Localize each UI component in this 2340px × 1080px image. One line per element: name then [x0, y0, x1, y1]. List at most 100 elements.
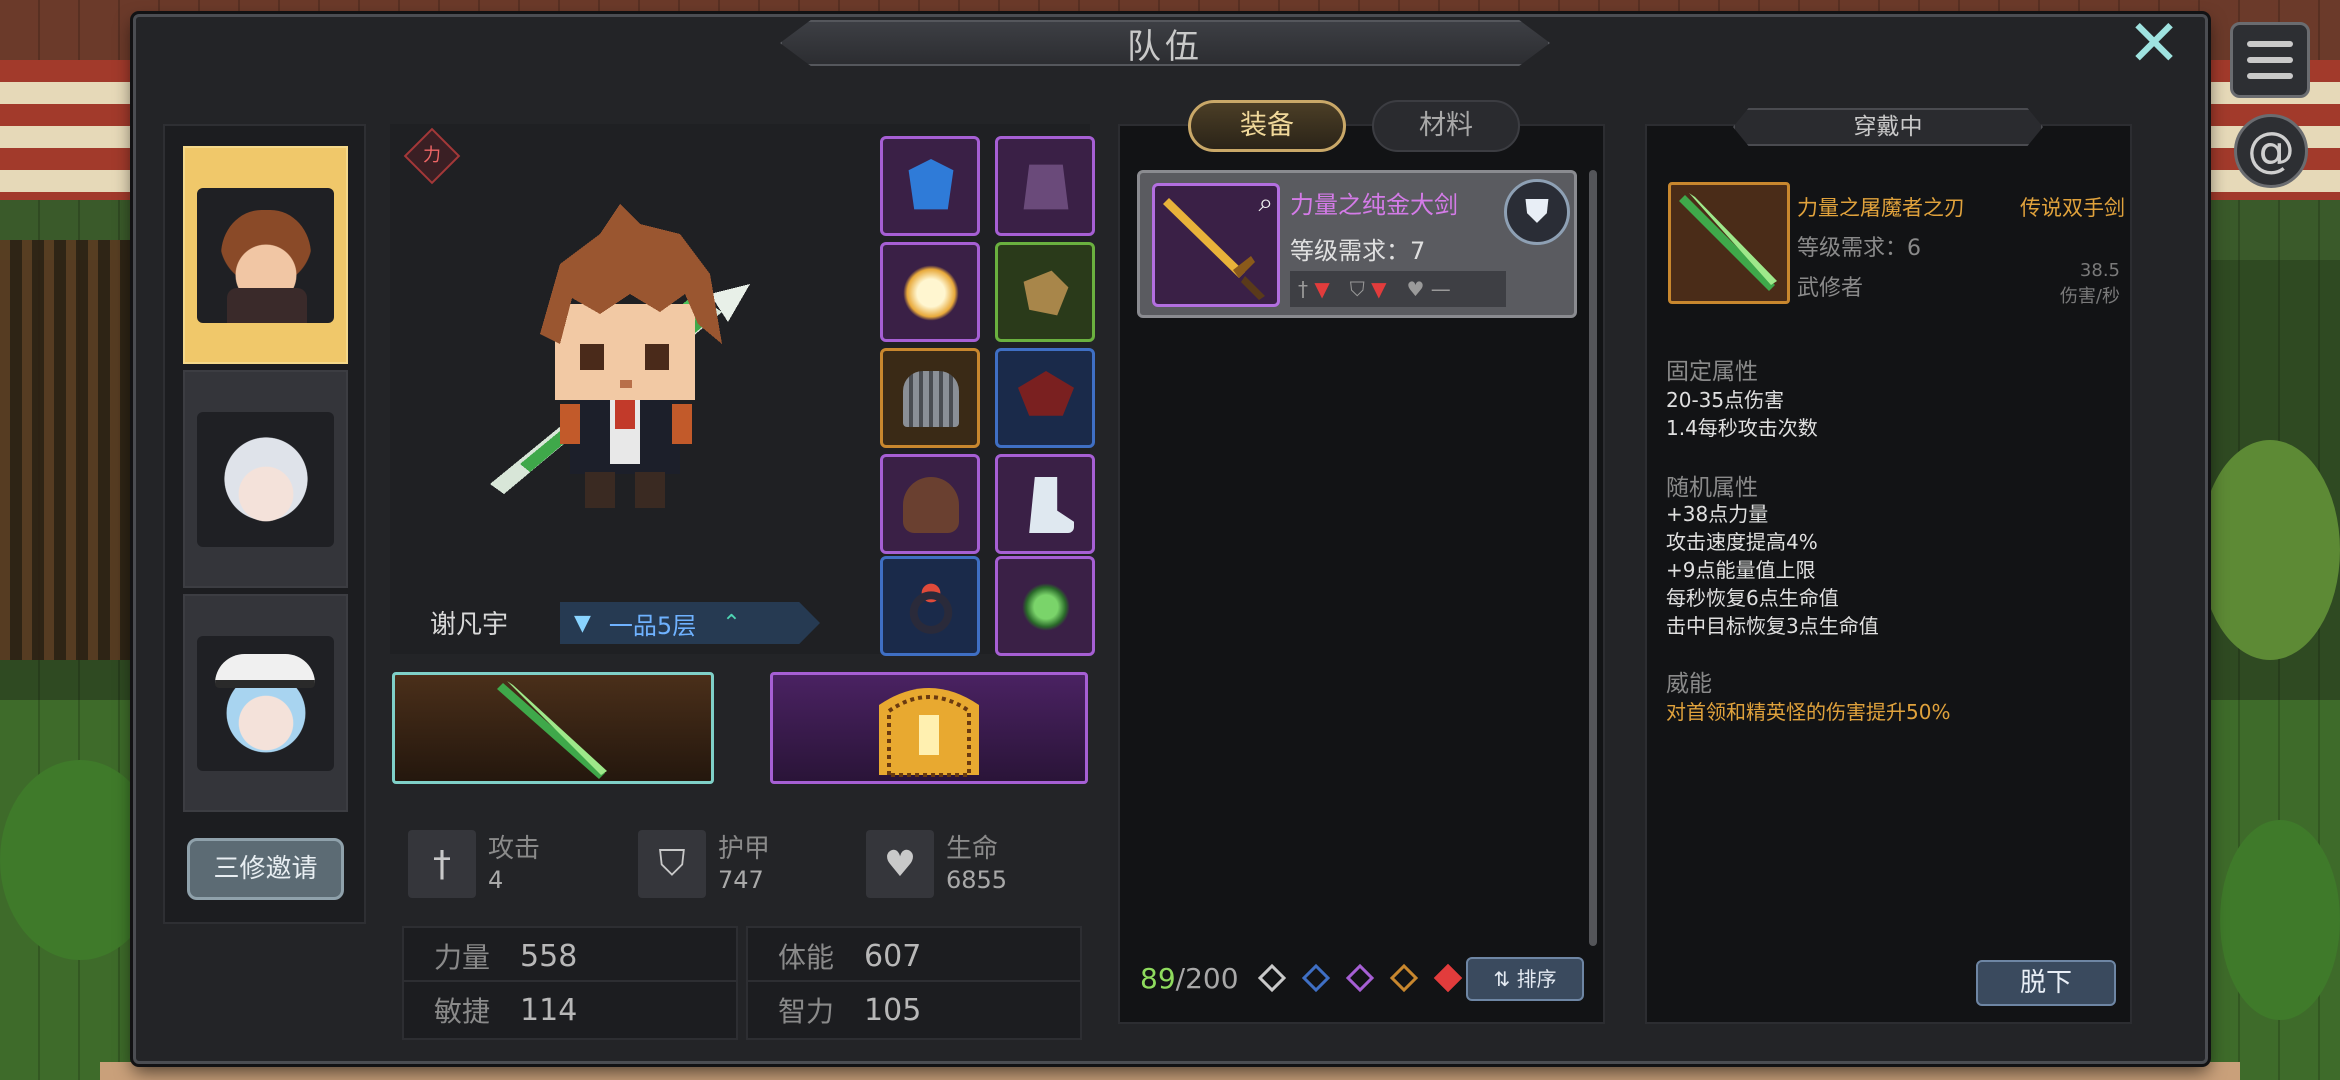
boots-icon [1029, 477, 1074, 533]
golden-sword-icon: ⌕ [1152, 183, 1280, 307]
fixed-attribute: 20-35点伤害 [1666, 388, 1785, 412]
power-title: 威能 [1666, 671, 1712, 697]
sort-button[interactable]: ⇅ 排序 [1466, 957, 1584, 1001]
roster-slot-captain[interactable] [183, 594, 348, 812]
armor-type-icon: ⛊ [1504, 179, 1570, 245]
close-button[interactable]: ✕ [2122, 12, 2186, 78]
inventory-item[interactable]: ⌕ 力量之纯金大剑 等级需求：7 † ▼ ⛉ ▼ ♥ — ⛊ [1137, 170, 1577, 318]
item-compare: † ▼ ⛉ ▼ ♥ — [1290, 271, 1506, 307]
hero-sprite [490, 204, 750, 508]
roster-slot-silver-hair[interactable] [183, 370, 348, 588]
slot-armor[interactable] [880, 348, 980, 448]
attr-intellect: 智力 105 [746, 980, 1082, 1040]
party-roster: 三修邀请 [163, 124, 366, 924]
panel-title-bar: 队伍 [780, 20, 1550, 66]
captain-hat [215, 654, 315, 688]
golden-shrine-icon [879, 688, 979, 777]
amulet-icon [1018, 579, 1074, 635]
avatar [197, 412, 334, 547]
dps-value: 38.5 [2079, 260, 2120, 281]
sort-icon: ⇅ [1493, 967, 1517, 991]
equipped-item-type: 传说双手剑 [2020, 196, 2125, 220]
ring-icon [903, 579, 959, 635]
slot-ring[interactable] [880, 556, 980, 656]
avatar [197, 188, 334, 323]
stat-attack: † 攻击 4 [408, 830, 540, 898]
helmet-icon [908, 159, 954, 210]
random-attribute: 击中目标恢复3点生命值 [1666, 614, 1879, 638]
wooden-fence [0, 240, 130, 660]
unequip-button[interactable]: 脱下 [1976, 960, 2116, 1006]
random-attributes-title: 随机属性 [1666, 475, 1758, 501]
hp-compare-icon: ♥ — [1406, 277, 1451, 301]
slot-accessory[interactable] [995, 136, 1095, 236]
swirl-icon: @ [2247, 122, 2295, 178]
slot-boots[interactable] [995, 454, 1095, 554]
heart-icon: ♥ [866, 830, 934, 898]
attr-agility: 敏捷 114 [402, 980, 738, 1040]
avatar [197, 636, 334, 771]
upgrade-icon[interactable]: ⌃ [722, 611, 740, 636]
item-name: 力量之纯金大剑 [1290, 191, 1458, 219]
page-title: 队伍 [1127, 26, 1203, 67]
cloak-icon [1018, 371, 1074, 416]
armor-compare-icon: ⛉ ▼ [1349, 277, 1387, 301]
hero-display: 力 谢凡宇 ▼ 一品5层 ⌃ [390, 124, 1090, 654]
slot-helmet[interactable] [880, 136, 980, 236]
bush [2220, 820, 2340, 1020]
close-icon: ✕ [2127, 7, 2181, 81]
item-requirement: 等级需求：7 [1290, 237, 1426, 265]
fixed-attribute: 1.4每秒攻击次数 [1666, 416, 1818, 440]
equipped-class: 武修者 [1797, 276, 1864, 301]
menu-icon [2247, 41, 2293, 47]
random-attribute: 攻击速度提高4% [1666, 530, 1818, 554]
attr-strength: 力量 558 [402, 926, 738, 986]
menu-button[interactable] [2230, 22, 2310, 98]
equipped-requirement: 等级需求：6 [1797, 236, 1921, 261]
stat-armor: ⛉ 护甲 747 [638, 830, 770, 898]
swirl-button[interactable]: @ [2234, 114, 2308, 188]
roster-slot-hero[interactable] [183, 146, 348, 364]
slot-gloves[interactable] [995, 242, 1095, 342]
main-weapon-slot[interactable] [392, 672, 714, 784]
striped-awning-left [0, 60, 130, 200]
inventory-scrollbar[interactable] [1589, 170, 1597, 946]
slot-belt[interactable] [880, 454, 980, 554]
random-attribute: +38点力量 [1666, 502, 1769, 526]
fixed-attributes-title: 固定属性 [1666, 359, 1758, 385]
slot-amulet[interactable] [995, 556, 1095, 656]
tab-materials[interactable]: 材料 [1372, 100, 1520, 152]
attack-compare-icon: † ▼ [1298, 277, 1330, 301]
hat-icon [1023, 164, 1069, 210]
inventory-capacity: 89/200 [1140, 962, 1239, 995]
random-attribute: +9点能量值上限 [1666, 558, 1816, 582]
equipped-header: 穿戴中 [1733, 108, 2043, 146]
gauntlet-icon [1023, 270, 1069, 316]
random-attribute: 每秒恢复6点生命值 [1666, 586, 1839, 610]
invite-button[interactable]: 三修邀请 [187, 838, 344, 900]
power-text: 对首领和精英怪的伤害提升50% [1666, 700, 1951, 724]
ground-strip [100, 1062, 2240, 1080]
belt-icon [903, 477, 959, 533]
stat-hp: ♥ 生命 6855 [866, 830, 1007, 898]
bush [2200, 440, 2340, 660]
shield-icon: ⛉ [638, 830, 706, 898]
chainmail-icon [903, 371, 959, 427]
green-sword-icon [497, 681, 607, 779]
offhand-slot[interactable] [770, 672, 1088, 784]
slot-cloak[interactable] [995, 348, 1095, 448]
equipped-item-name: 力量之屠魔者之刃 [1797, 196, 1965, 220]
hero-name: 谢凡宇 [430, 610, 509, 640]
tab-equipment[interactable]: 装备 [1188, 100, 1346, 152]
might-badge: 力 [403, 127, 461, 185]
green-sword-icon [1668, 182, 1790, 304]
realm-label: 一品5层 [608, 611, 697, 640]
orb-icon [903, 265, 959, 321]
realm-badge: ▼ 一品5层 ⌃ [560, 602, 820, 644]
slot-orb[interactable] [880, 242, 980, 342]
dps-unit: 伤害/秒 [2059, 286, 2120, 307]
search-icon[interactable]: ⌕ [1258, 188, 1273, 219]
sword-icon: † [408, 830, 476, 898]
realm-icon: ▼ [574, 610, 591, 636]
attr-stamina: 体能 607 [746, 926, 1082, 986]
